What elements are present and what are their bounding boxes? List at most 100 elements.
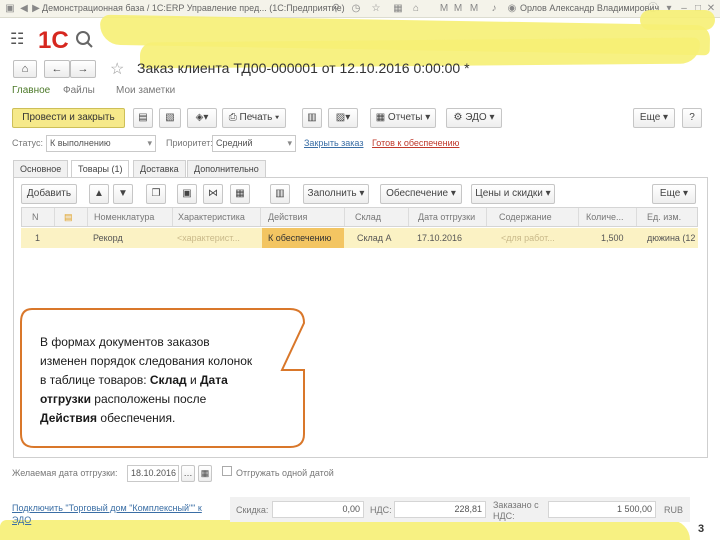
- bell-icon[interactable]: ♪: [488, 3, 500, 15]
- column-header-action[interactable]: Действия: [268, 212, 307, 222]
- vat-value: 228,81: [394, 501, 486, 518]
- structure-icon[interactable]: ▥: [302, 108, 322, 128]
- user-name: Орлов Александр Владимирович: [520, 3, 660, 13]
- ordered-value: 1 500,00: [548, 501, 656, 518]
- calendar-icon[interactable]: ▦: [198, 465, 212, 482]
- app-menu-icon[interactable]: ▣: [4, 3, 16, 15]
- column-header-ship-date[interactable]: Дата отгрузки: [418, 212, 475, 222]
- column-header-qty[interactable]: Количе...: [586, 212, 624, 222]
- close-order-link[interactable]: Закрыть заказ: [304, 138, 363, 148]
- m-icon[interactable]: M: [438, 3, 450, 15]
- window-title: Демонстрационная база / 1С:ERP Управлени…: [42, 3, 345, 13]
- m-minus-icon[interactable]: M: [468, 3, 480, 15]
- nav-link-files[interactable]: Файлы: [63, 85, 95, 96]
- bookmark-icon[interactable]: ☆: [370, 3, 382, 15]
- connect-edo-link[interactable]: Подключить "Торговый дом "Комплексный"" …: [12, 503, 202, 513]
- home-button[interactable]: ⌂: [13, 60, 37, 78]
- callout-text: В формах документов заказов изменен поря…: [40, 335, 253, 425]
- move-up-icon[interactable]: ▲: [89, 184, 109, 204]
- document-title: Заказ клиента ТД00-000001 от 12.10.2016 …: [137, 60, 470, 76]
- cell-content[interactable]: <для работ...: [501, 233, 555, 243]
- print-button[interactable]: ⎙ Печать ▾: [222, 108, 286, 128]
- tab-main[interactable]: Основное: [13, 160, 69, 177]
- history-icon[interactable]: ◷: [350, 3, 362, 15]
- printer-icon: ⎙: [228, 112, 240, 123]
- post-and-close-button[interactable]: Провести и закрыть: [12, 108, 125, 128]
- forward-button[interactable]: →: [70, 60, 96, 78]
- highlight-stroke: [0, 520, 690, 540]
- cell-characteristic[interactable]: <характерист...: [177, 233, 240, 243]
- m-plus-icon[interactable]: M: [452, 3, 464, 15]
- copy-icon[interactable]: ❐: [146, 184, 166, 204]
- active-cell-action[interactable]: К обеспечению: [262, 228, 344, 248]
- cell-unit[interactable]: дюжина (12: [647, 233, 695, 243]
- attachment-column-icon[interactable]: ▤: [64, 212, 73, 223]
- column-header-content[interactable]: Содержание: [499, 212, 552, 222]
- favorite-star-icon[interactable]: ☆: [110, 59, 124, 79]
- vat-label: НДС:: [370, 505, 392, 515]
- column-header-item[interactable]: Номенклатура: [94, 212, 154, 222]
- user-icon[interactable]: ◉: [506, 3, 518, 15]
- tab-delivery[interactable]: Доставка: [133, 160, 186, 177]
- calendar-icon[interactable]: ▦: [392, 3, 404, 15]
- sections-grid-icon[interactable]: ☷: [10, 29, 24, 49]
- discount-value: 0,00: [272, 501, 364, 518]
- supply-button[interactable]: Обеспечение ▾: [380, 184, 462, 204]
- column-header-unit[interactable]: Ед. изм.: [647, 212, 681, 222]
- reports-button[interactable]: ▦ Отчеты ▾: [370, 108, 436, 128]
- status-field[interactable]: К выполнению ▾: [46, 135, 156, 152]
- ordered-label: Заказано с: [493, 500, 539, 510]
- save-icon[interactable]: ▤: [133, 108, 153, 128]
- post-icon[interactable]: ▧: [159, 108, 181, 128]
- shipping-date-label: Желаемая дата отгрузки:: [12, 468, 118, 478]
- ready-for-supply-link[interactable]: Готов к обеспечению: [372, 138, 459, 148]
- scanner-icon[interactable]: ▥: [270, 184, 290, 204]
- cell-ship-date[interactable]: 17.10.2016: [417, 233, 462, 243]
- shipping-date-field[interactable]: 18.10.2016: [127, 465, 179, 482]
- one-date-checkbox[interactable]: [222, 466, 232, 476]
- forward-icon[interactable]: ▶: [30, 3, 42, 15]
- fill-button[interactable]: Заполнить ▾: [303, 184, 369, 204]
- back-icon[interactable]: ◀: [18, 3, 30, 15]
- column-header-n[interactable]: N: [32, 212, 39, 222]
- cell-item[interactable]: Рекорд: [93, 233, 123, 243]
- column-header-warehouse[interactable]: Склад: [355, 212, 381, 222]
- chevron-down-icon[interactable]: ▾: [147, 136, 152, 151]
- more-dots-button[interactable]: …: [181, 465, 195, 482]
- chevron-down-icon[interactable]: ▾: [287, 136, 292, 151]
- help-button[interactable]: ?: [682, 108, 702, 128]
- status-label: Статус:: [12, 138, 43, 148]
- cell-action[interactable]: К обеспечению: [268, 233, 331, 243]
- table-row[interactable]: 1 Рекорд <характерист... Склад А 17.10.2…: [21, 228, 698, 248]
- move-down-icon[interactable]: ▼: [113, 184, 133, 204]
- prices-discounts-button[interactable]: Цены и скидки ▾: [471, 184, 555, 204]
- tab-additional[interactable]: Дополнительно: [187, 160, 266, 177]
- back-button[interactable]: ←: [44, 60, 70, 78]
- cell-warehouse[interactable]: Склад А: [357, 233, 392, 243]
- nav-link-main[interactable]: Главное: [12, 85, 50, 96]
- table-more-button[interactable]: Еще ▾: [652, 184, 696, 204]
- add-row-button[interactable]: Добавить: [21, 184, 77, 204]
- edo-icon: ⚙: [453, 112, 466, 123]
- nav-link-notes[interactable]: Мои заметки: [116, 85, 175, 96]
- column-header-characteristic[interactable]: Характеристика: [178, 212, 245, 222]
- 1c-logo: 1С: [38, 27, 93, 52]
- cell-n[interactable]: 1: [35, 233, 40, 243]
- search-icon[interactable]: ⚲: [330, 3, 342, 15]
- pick-icon[interactable]: ▣: [177, 184, 197, 204]
- cell-qty[interactable]: 1,500: [601, 233, 624, 243]
- tab-goods[interactable]: Товары (1): [71, 160, 130, 178]
- create-based-icon[interactable]: ◈▾: [187, 108, 217, 128]
- svg-text:1С: 1С: [38, 27, 69, 52]
- edo-button[interactable]: ⚙ ЭДО ▾: [446, 108, 502, 128]
- connect-edo-link-cont[interactable]: ЭДО: [12, 515, 31, 525]
- home-icon[interactable]: ⌂: [410, 3, 422, 15]
- highlight-stroke: [640, 10, 715, 30]
- priority-field[interactable]: Средний ▾: [212, 135, 296, 152]
- discount-label: Скидка:: [236, 505, 269, 515]
- page-number: 3: [698, 523, 705, 535]
- attach-icon[interactable]: ▨▾: [328, 108, 358, 128]
- more-button[interactable]: Еще ▾: [633, 108, 675, 128]
- share-icon[interactable]: ⋈: [203, 184, 223, 204]
- barcode-icon[interactable]: ▦: [230, 184, 250, 204]
